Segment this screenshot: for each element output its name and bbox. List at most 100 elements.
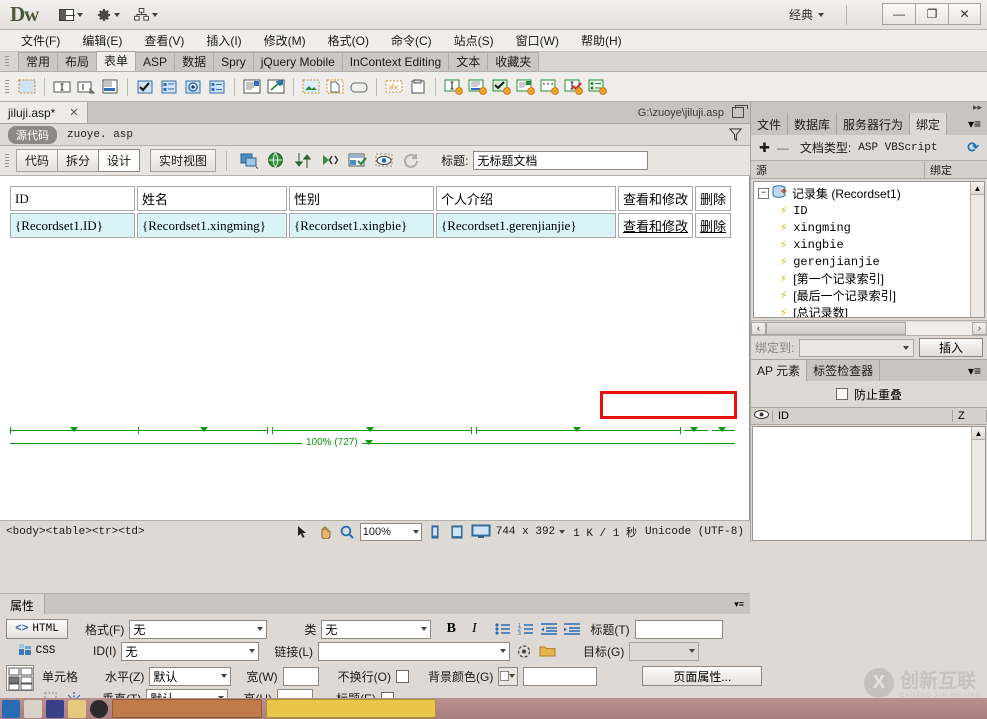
label-icon[interactable]: abc	[383, 76, 405, 98]
live-code-icon[interactable]	[238, 150, 260, 172]
checkbox-icon[interactable]	[134, 76, 156, 98]
panel-tab-files[interactable]: 文件	[751, 113, 789, 135]
tree-item-field[interactable]: ⚡ ID	[754, 202, 984, 219]
scroll-right-icon[interactable]: ›	[972, 321, 987, 335]
design-canvas[interactable]: ID 姓名 性别 个人介绍 查看和修改 删除 {Recordset1.ID} {…	[0, 176, 750, 520]
prevent-overlap-checkbox[interactable]	[835, 388, 848, 400]
panel-expander[interactable]: ▸▸	[751, 102, 987, 113]
preview-browser-icon[interactable]	[265, 150, 287, 172]
format-select[interactable]: 无	[129, 619, 268, 639]
table-header-intro[interactable]: 个人介绍	[436, 186, 616, 211]
eye-icon[interactable]	[751, 410, 773, 422]
panel-options-menu-icon[interactable]: ▾≡	[962, 113, 987, 135]
bindings-tree[interactable]: − 记录集 (Recordset1) ⚡ ID ⚡ xingming ⚡ xin…	[753, 181, 985, 318]
bgcolor-swatch[interactable]	[498, 666, 519, 686]
tree-vertical-scrollbar[interactable]: ▲	[970, 182, 984, 317]
scroll-track[interactable]	[766, 321, 972, 335]
id-select[interactable]: 无	[121, 641, 260, 661]
column-header-binding[interactable]: 绑定	[925, 162, 987, 178]
button-icon[interactable]	[348, 76, 370, 98]
insert-tab-asp[interactable]: ASP	[135, 52, 176, 71]
cell-format-icon[interactable]	[6, 665, 34, 691]
width-input[interactable]	[282, 666, 319, 686]
browse-folder-icon[interactable]	[538, 642, 556, 660]
panel-tab-tag-inspector[interactable]: 标签检查器	[807, 360, 881, 381]
image-field-icon[interactable]	[300, 76, 322, 98]
css-mode-button[interactable]: CSS	[6, 641, 68, 661]
insert-tab-jquery-mobile[interactable]: jQuery Mobile	[252, 52, 343, 71]
add-binding-button[interactable]: ✚	[759, 140, 770, 156]
source-file-label[interactable]: zuoye. asp	[67, 129, 133, 141]
html-mode-button[interactable]: <> HTML	[6, 619, 68, 639]
textarea-icon[interactable]	[75, 76, 97, 98]
select-list-icon[interactable]	[241, 76, 263, 98]
text-field-icon[interactable]	[51, 76, 73, 98]
bind-to-select[interactable]	[799, 338, 914, 357]
file-field-icon[interactable]	[324, 76, 346, 98]
table-cell-gender-binding[interactable]: {Recordset1.xingbie}	[289, 213, 434, 238]
column-header-id[interactable]: ID	[773, 410, 953, 422]
menu-window[interactable]: 窗口(W)	[505, 29, 570, 52]
close-button[interactable]: ✕	[948, 3, 981, 25]
table-cell-intro-binding[interactable]: {Recordset1.gerenjianjie}	[436, 213, 616, 238]
menu-help[interactable]: 帮助(H)	[570, 29, 633, 52]
spry-password-icon[interactable]: ***	[538, 76, 560, 98]
table-header-gender[interactable]: 性别	[289, 186, 434, 211]
file-transfer-icon[interactable]	[292, 150, 314, 172]
hidden-field-icon[interactable]	[99, 76, 121, 98]
taskbar-icon[interactable]	[46, 699, 64, 718]
close-icon[interactable]: ✕	[69, 106, 78, 119]
refresh-icon[interactable]	[400, 150, 422, 172]
checkbox-group-icon[interactable]	[158, 76, 180, 98]
document-tab[interactable]: jiluji.asp* ✕	[0, 102, 88, 123]
menu-format[interactable]: 格式(O)	[317, 29, 380, 52]
source-code-pill[interactable]: 源代码	[8, 125, 57, 144]
menu-modify[interactable]: 修改(M)	[253, 29, 317, 52]
tree-item-field[interactable]: ⚡ [第一个记录索引]	[754, 270, 984, 287]
table-cell-delete-link[interactable]: 删除	[695, 213, 732, 238]
taskbar-icon[interactable]	[68, 699, 86, 718]
settings-button[interactable]	[90, 6, 127, 24]
view-live-button[interactable]: 实时视图	[150, 149, 217, 172]
table-header-view-edit[interactable]: 查看和修改	[618, 186, 694, 211]
radio-button-icon[interactable]	[182, 76, 204, 98]
panel-tab-bindings[interactable]: 绑定	[910, 113, 948, 135]
point-to-file-icon[interactable]	[515, 642, 533, 660]
panel-tab-ap-elements[interactable]: AP 元素	[751, 360, 808, 381]
taskbar-icon[interactable]	[24, 699, 42, 718]
unordered-list-icon[interactable]	[494, 620, 512, 638]
hand-tool-icon[interactable]	[316, 524, 334, 540]
drag-grip[interactable]	[5, 80, 9, 94]
filter-icon[interactable]	[728, 128, 743, 145]
table-header-id[interactable]: ID	[10, 186, 135, 211]
menu-insert[interactable]: 插入(I)	[195, 29, 252, 52]
restore-window-icon[interactable]	[732, 105, 748, 118]
code-navigator-icon[interactable]	[319, 150, 341, 172]
menu-file[interactable]: 文件(F)	[10, 29, 71, 52]
panel-tab-databases[interactable]: 数据库	[788, 113, 838, 135]
collapse-icon[interactable]: −	[758, 188, 769, 199]
refresh-bindings-icon[interactable]: ⟳	[967, 139, 979, 156]
target-select[interactable]	[629, 641, 700, 661]
spry-text-field-icon[interactable]	[442, 76, 464, 98]
tree-item-field[interactable]: ⚡ [最后一个记录索引]	[754, 287, 984, 304]
tree-item-field[interactable]: ⚡ [总记录数]	[754, 304, 984, 317]
spry-select-icon[interactable]	[514, 76, 536, 98]
drag-grip[interactable]	[5, 154, 9, 168]
spry-confirm-icon[interactable]	[562, 76, 584, 98]
nowrap-checkbox[interactable]	[396, 669, 409, 683]
panel-options-menu-icon[interactable]: ▾≡	[728, 594, 750, 614]
insert-tab-incontext-editing[interactable]: InContext Editing	[341, 52, 450, 71]
insert-tab-favorites[interactable]: 收藏夹	[487, 52, 540, 71]
taskbar-icon[interactable]	[90, 699, 108, 718]
properties-tab[interactable]: 属性	[0, 594, 46, 614]
tablet-size-icon[interactable]	[448, 524, 466, 540]
spry-radio-group-icon[interactable]	[586, 76, 608, 98]
fieldset-icon[interactable]	[407, 76, 429, 98]
ap-list-body[interactable]: ▲	[752, 426, 986, 541]
minimize-button[interactable]: —	[882, 3, 915, 25]
tree-item-field[interactable]: ⚡ gerenjianjie	[754, 253, 984, 270]
page-properties-button[interactable]: 页面属性...	[642, 666, 763, 686]
italic-button[interactable]: I	[465, 620, 483, 638]
radio-group-icon[interactable]	[206, 76, 228, 98]
